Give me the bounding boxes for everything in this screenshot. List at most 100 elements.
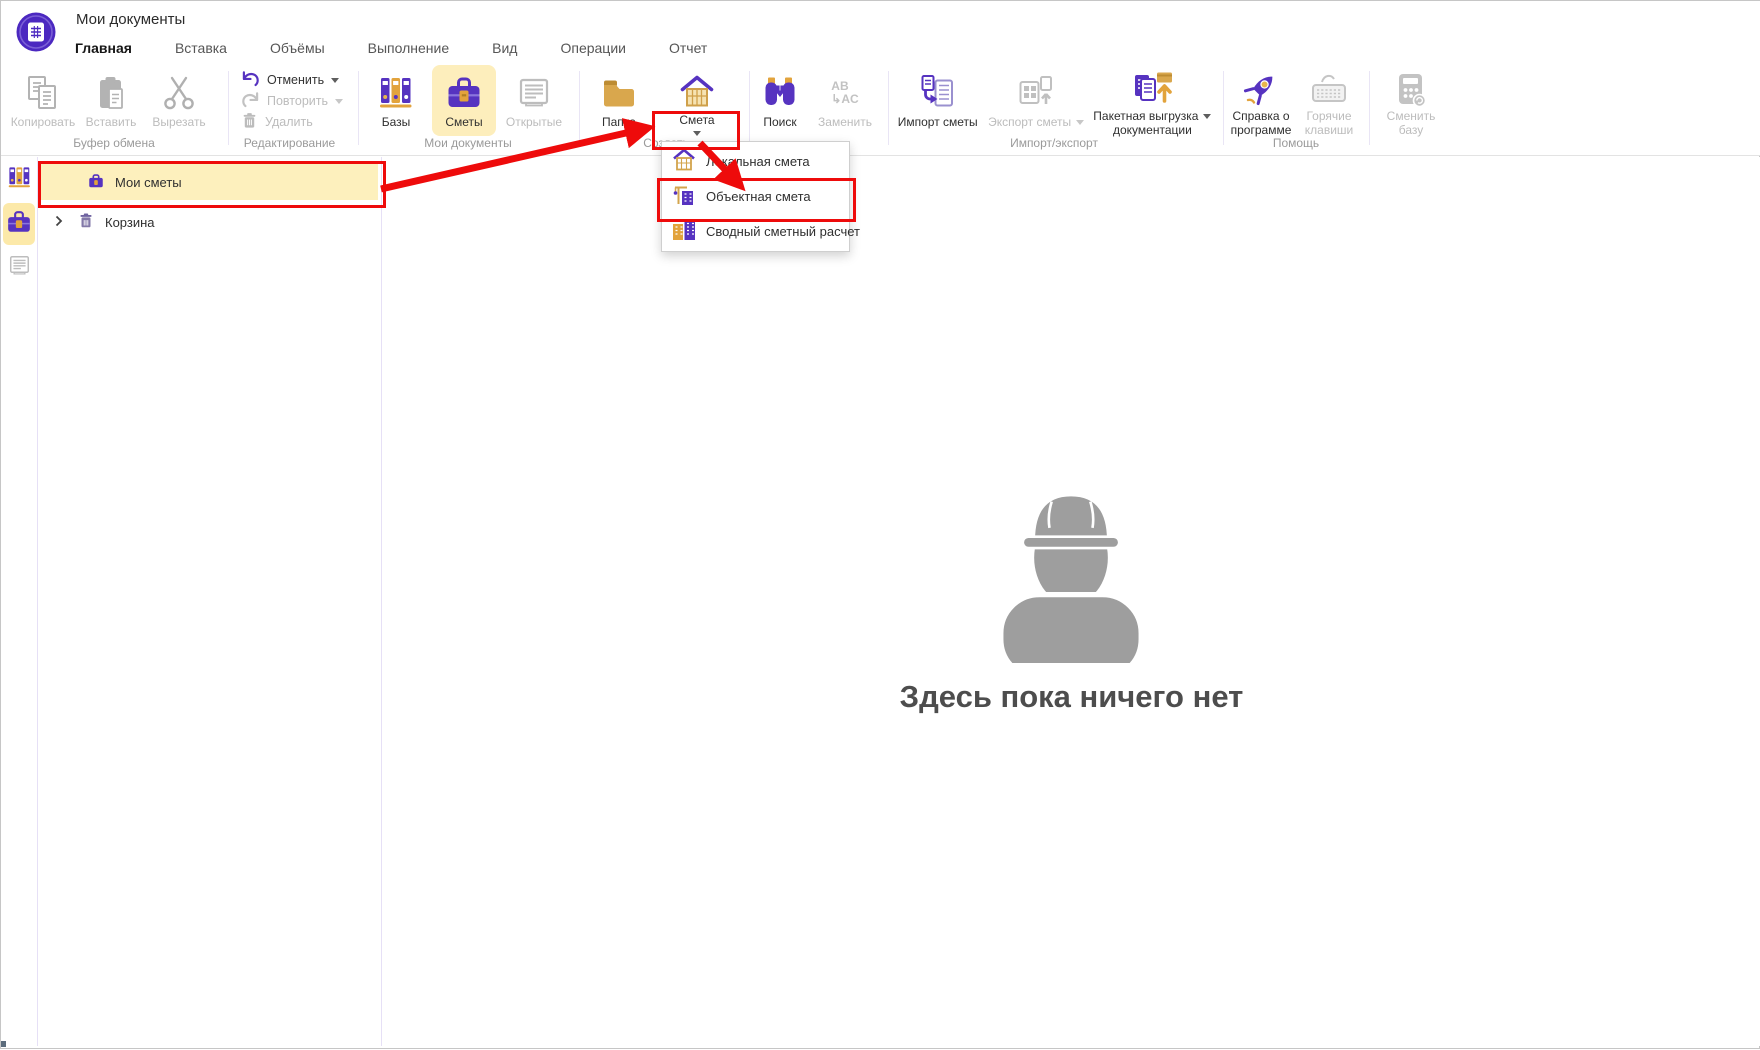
create-estimate-button[interactable]: Смета [661,65,733,136]
group-import-export: Импорт сметы Экспорт сметы Пакетная выгр… [892,65,1216,153]
tree-item-label: Мои сметы [115,174,182,190]
about-label-line1: Справка о [1232,109,1290,123]
construction-worker-icon [983,463,1159,681]
object-estimate-crane-icon [671,182,697,211]
open-documents-icon [6,252,33,284]
create-folder-label: Папка [602,115,636,129]
group-change-database: Сменить базу [1377,65,1447,153]
tab-operacii[interactable]: Операции [546,34,640,62]
group-clipboard: Копировать Вставить Вырезать Буфер обмен… [9,65,219,153]
paste-label: Вставить [85,115,137,129]
export-dropdown-caret [1076,120,1085,126]
folder-icon [599,70,639,116]
tab-vid[interactable]: Вид [478,34,531,62]
tree-item-recycle-bin[interactable]: Корзина [39,206,378,238]
tree-item-my-estimates[interactable]: Мои сметы [39,164,378,200]
menu-item-object-estimate[interactable]: Объектная смета [662,179,849,214]
hotkeys-button[interactable]: Горячие клавиши [1297,65,1361,137]
group-separator [358,71,359,145]
paste-icon [92,70,130,116]
open-documents-button[interactable]: Открытые [500,65,568,136]
import-estimate-button[interactable]: Импорт сметы [892,65,983,136]
rail-open-documents-button[interactable] [3,247,35,289]
bases-button[interactable]: Базы [364,65,428,136]
change-database-label-line1: Сменить [1386,109,1436,123]
main-content-area: Здесь пока ничего нет [382,157,1760,1046]
undo-icon [241,70,260,90]
bases-label: Базы [381,115,411,129]
menu-item-local-estimate[interactable]: Локальная смета [662,144,849,179]
batch-upload-icon [1130,70,1174,110]
cut-scissors-icon [160,70,198,116]
trash-icon [241,112,258,132]
trash-icon [77,212,95,233]
search-button[interactable]: Поиск [753,65,807,136]
group-editing: Отменить Повторить Удалить Редактировани… [237,65,344,153]
change-database-label-line2: базу [1398,122,1424,137]
keyboard-icon [1309,70,1349,110]
menu-item-label: Объектная смета [706,189,811,204]
redo-dropdown-caret[interactable] [335,98,344,104]
undo-button[interactable]: Отменить [241,70,340,90]
group-label-clipboard: Буфер обмена [73,136,155,150]
bases-binders-icon [376,70,416,116]
sidebar-icon-rail [1,157,38,1046]
chevron-right-icon[interactable] [55,215,63,230]
paste-button[interactable]: Вставить [81,65,141,136]
copy-icon [24,70,62,116]
replace-button[interactable]: AB ↳AC Заменить [811,65,879,136]
group-separator [1369,71,1370,145]
briefcase-icon [87,172,105,193]
cut-label: Вырезать [152,115,206,129]
redo-icon [241,91,260,111]
change-database-button[interactable]: Сменить базу [1377,65,1445,137]
menu-item-label: Сводный сметный расчет [706,224,861,239]
briefcase-icon [444,70,484,116]
tab-glavnaya[interactable]: Главная [61,34,146,68]
export-estimate-icon [1016,70,1056,116]
delete-button[interactable]: Удалить [241,113,338,131]
menu-item-label: Локальная смета [706,154,810,169]
create-folder-button[interactable]: Папка [589,65,649,136]
group-search: Поиск AB ↳AC Заменить [753,65,883,153]
group-separator [749,71,750,145]
copy-button[interactable]: Копировать [11,65,75,136]
group-separator [888,71,889,145]
top-bar: Мои документы Главная Вставка Объёмы Вып… [1,1,1760,68]
rocket-help-icon [1241,70,1281,110]
batch-upload-label-line1: Пакетная выгрузка [1093,109,1212,124]
import-estimate-label: Импорт сметы [897,115,978,129]
group-my-documents: Базы Сметы Открытые Мои документы [364,65,572,153]
export-estimate-label: Экспорт сметы [988,115,1085,130]
group-separator [228,71,229,145]
estimates-label: Сметы [445,115,483,129]
redo-button[interactable]: Повторить [241,91,344,111]
group-create: Папка Смета Создать [587,65,745,153]
summary-estimate-buildings-icon [671,217,697,246]
rail-bases-button[interactable] [3,159,35,201]
tab-otchet[interactable]: Отчет [655,34,721,62]
estimates-button[interactable]: Сметы [432,65,496,136]
local-estimate-house-icon [671,147,697,176]
redo-label: Повторить [267,94,329,108]
group-label-import-export: Импорт/экспорт [1010,136,1098,150]
hotkeys-label-line1: Горячие [1306,109,1352,123]
open-documents-label: Открытые [505,115,563,129]
undo-dropdown-caret[interactable] [331,77,340,83]
tab-vypolnenie[interactable]: Выполнение [354,34,463,62]
tab-vstavka[interactable]: Вставка [161,34,241,62]
about-button[interactable]: Справка о программе [1229,65,1293,137]
export-estimate-button[interactable]: Экспорт сметы [985,65,1086,136]
rail-estimates-button[interactable] [3,203,35,245]
cut-button[interactable]: Вырезать [147,65,211,136]
search-label: Поиск [763,115,797,129]
menu-item-summary-estimate[interactable]: Сводный сметный расчет [662,214,860,249]
resize-grip [1,1041,6,1047]
batch-upload-button[interactable]: Пакетная выгрузка документации [1089,65,1216,137]
briefcase-icon [5,208,33,241]
group-separator [1223,71,1224,145]
change-database-icon [1391,70,1431,110]
tab-obyomy[interactable]: Объёмы [256,34,339,62]
open-documents-icon [514,70,554,116]
ribbon-tabs: Главная Вставка Объёмы Выполнение Вид Оп… [61,34,736,68]
